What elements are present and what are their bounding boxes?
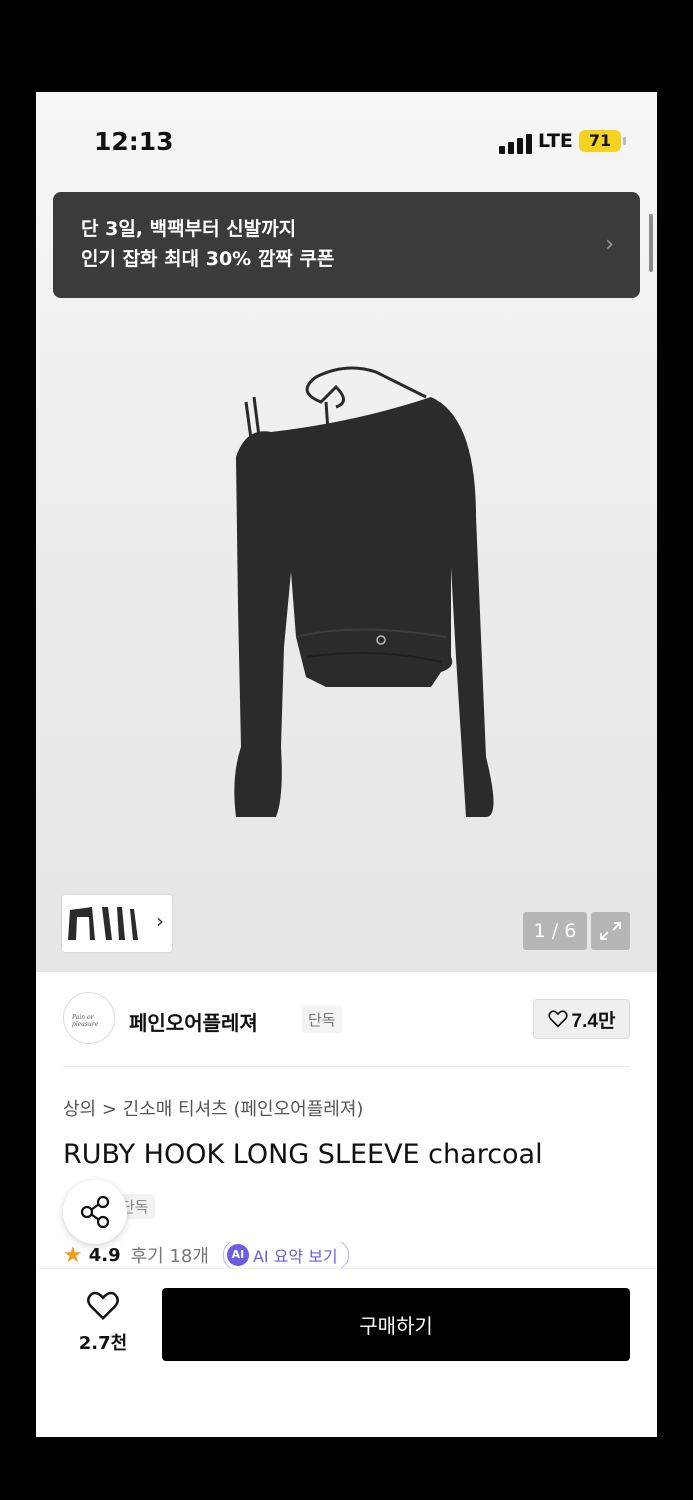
exclusive-badge: 단독 <box>302 1006 342 1033</box>
scroll-indicator <box>649 214 653 272</box>
share-button[interactable] <box>63 1180 127 1244</box>
rating-score: 4.9 <box>88 1244 121 1266</box>
heart-icon <box>87 1291 119 1321</box>
product-image <box>234 366 494 817</box>
product-gallery[interactable]: 12:13 LTE 71 단 3일, 백팩부터 신발까지 인기 잡화 최대 30… <box>36 92 657 972</box>
star-icon: ★ <box>63 1242 83 1268</box>
rating-row: ★ 4.9 후기 18개 AI AI 요약 보기 <box>63 1242 349 1268</box>
buy-button[interactable]: 구매하기 <box>162 1288 630 1361</box>
brand-like-button[interactable]: 7.4만 <box>533 999 630 1039</box>
ai-icon: AI <box>226 1244 249 1266</box>
promo-line-2: 인기 잡화 최대 30% 깜짝 쿠폰 <box>81 248 335 270</box>
brand-row[interactable]: Pain or pleasure 페인오어플레져 단독 7.4만 <box>63 972 630 1067</box>
chevron-right-icon: › <box>156 909 164 933</box>
brand-logo[interactable]: Pain or pleasure <box>63 992 115 1044</box>
status-bar: 12:13 LTE 71 <box>36 92 657 192</box>
expand-icon[interactable] <box>591 912 630 950</box>
brand-like-count: 7.4만 <box>571 1010 616 1032</box>
thumbnail-strip[interactable]: › <box>62 895 172 952</box>
promo-line-1: 단 3일, 백팩부터 신발까지 <box>81 218 297 240</box>
network-type: LTE <box>538 130 573 152</box>
app-screen: 12:13 LTE 71 단 3일, 백팩부터 신발까지 인기 잡화 최대 30… <box>36 92 657 1437</box>
signal-icon <box>499 132 533 154</box>
brand-name[interactable]: 페인오어플레져 <box>129 1007 258 1036</box>
image-counter: 1 / 6 <box>523 912 587 950</box>
chevron-right-icon: › <box>605 232 614 257</box>
review-count-link[interactable]: 후기 18개 <box>131 1242 209 1268</box>
promo-banner[interactable]: 단 3일, 백팩부터 신발까지 인기 잡화 최대 30% 깜짝 쿠폰 › <box>53 192 640 298</box>
category-breadcrumb[interactable]: 상의 > 긴소매 티셔츠 (페인오어플레져) <box>63 1095 363 1121</box>
share-icon <box>80 1195 110 1229</box>
ai-summary-label: AI 요약 보기 <box>252 1247 338 1266</box>
battery-icon: 71 <box>579 130 626 152</box>
wishlist-button[interactable]: 2.7천 <box>66 1291 140 1355</box>
thumbnail-images <box>68 907 138 940</box>
bottom-action-bar: 2.7천 구매하기 <box>36 1268 657 1437</box>
wishlist-count: 2.7천 <box>78 1333 128 1354</box>
ai-summary-button[interactable]: AI AI 요약 보기 <box>222 1242 349 1268</box>
status-time: 12:13 <box>94 127 174 156</box>
product-title: RUBY HOOK LONG SLEEVE charcoal <box>63 1139 543 1170</box>
heart-icon <box>547 1010 568 1028</box>
